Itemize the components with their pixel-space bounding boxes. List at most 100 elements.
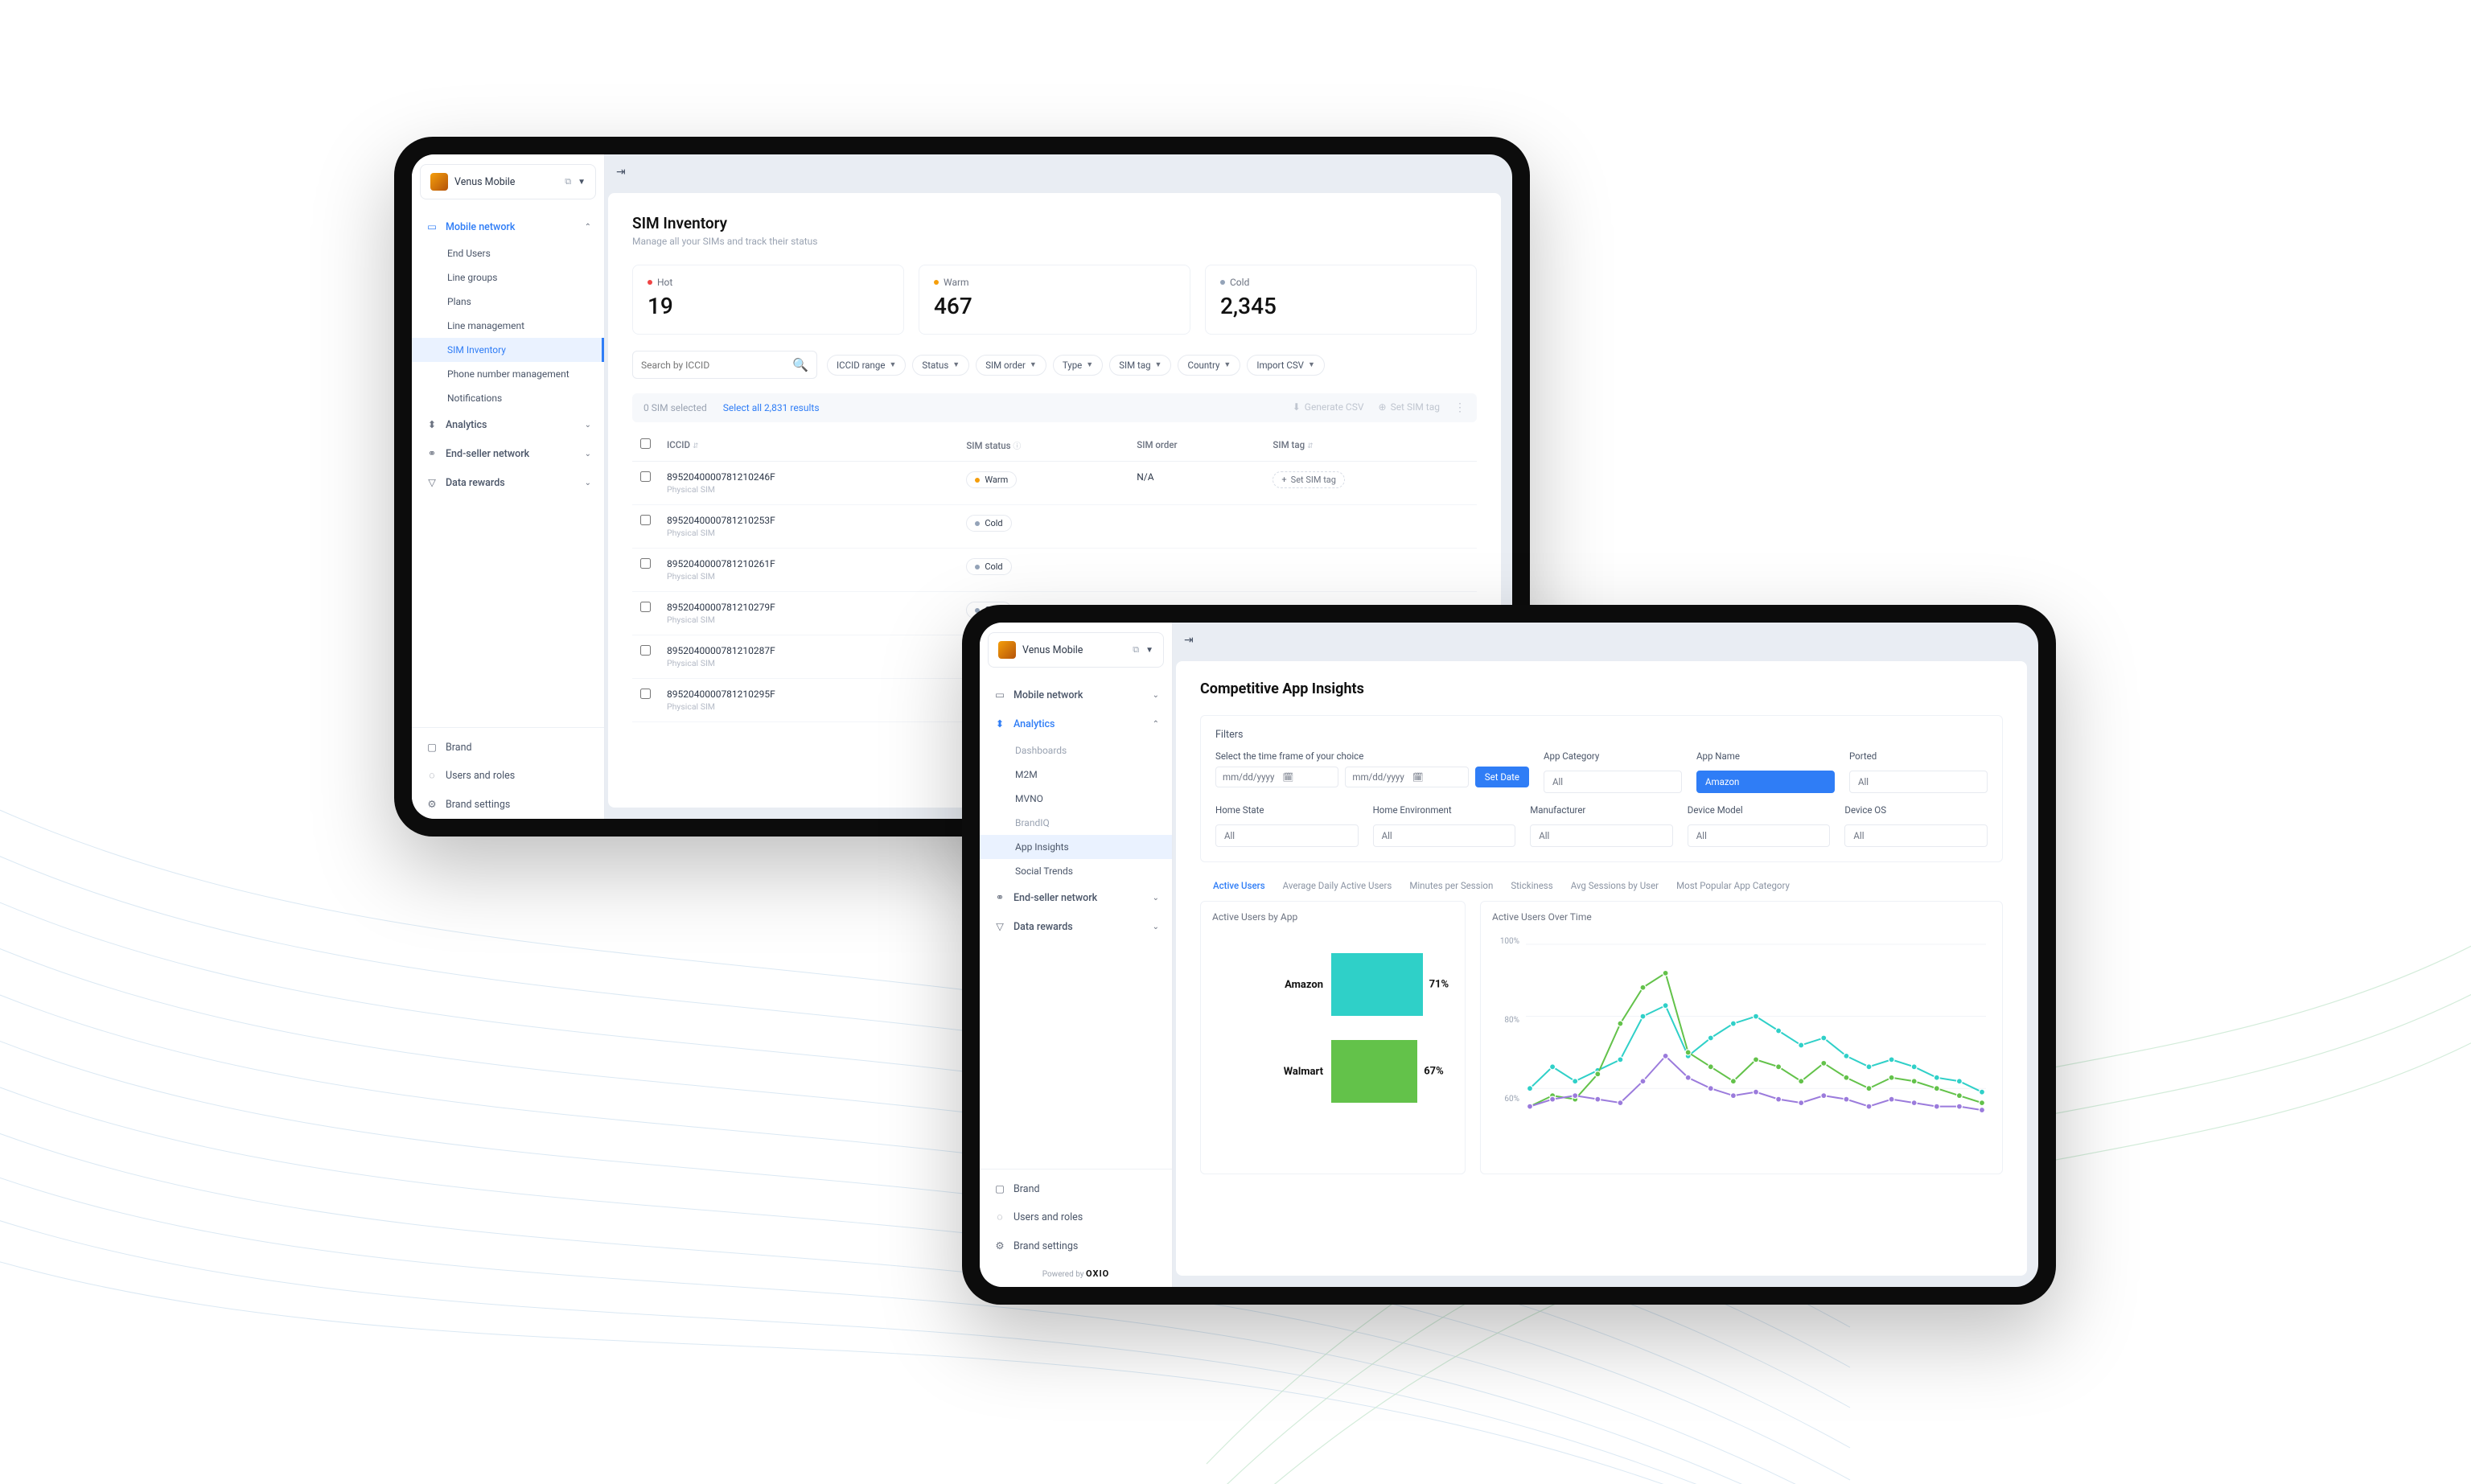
nav-mobile-network[interactable]: ▭ Mobile network ⌄ xyxy=(980,680,1172,709)
chip-sim-order[interactable]: SIM order▼ xyxy=(976,355,1046,376)
select-all-checkbox[interactable] xyxy=(640,438,651,449)
brand-icon: ▢ xyxy=(994,1182,1005,1195)
gear-icon: ⚙ xyxy=(994,1239,1005,1252)
line-chart-card: Active Users Over Time 100% 80% 60% xyxy=(1480,901,2003,1174)
dot-icon xyxy=(1220,280,1225,285)
nav-analytics[interactable]: ⬍ Analytics ⌃ xyxy=(980,709,1172,738)
chip-country[interactable]: Country▼ xyxy=(1178,355,1240,376)
filter-home-state[interactable]: All xyxy=(1215,824,1359,847)
nav-data-rewards[interactable]: ▽ Data rewards ⌄ xyxy=(412,468,604,497)
nav-end-seller-network[interactable]: ⚭ End-seller network ⌄ xyxy=(412,439,604,468)
date-to[interactable]: mm/dd/yyyy 🗓 xyxy=(1345,767,1468,787)
chip-sim-tag[interactable]: SIM tag▼ xyxy=(1109,355,1171,376)
filter-manufacturer[interactable]: All xyxy=(1530,824,1673,847)
page-subtitle: Manage all your SIMs and track their sta… xyxy=(632,236,1477,247)
tab-min-session[interactable]: Minutes per Session xyxy=(1409,880,1493,891)
chip-import-csv[interactable]: Import CSV▼ xyxy=(1247,355,1325,376)
nav-analytics[interactable]: ⬍ Analytics ⌄ xyxy=(412,410,604,439)
nav-app-insights[interactable]: App Insights xyxy=(980,835,1172,859)
filter-app-category[interactable]: All xyxy=(1544,771,1682,793)
row-checkbox[interactable] xyxy=(640,471,651,482)
info-icon[interactable]: ⓘ xyxy=(1013,442,1021,451)
bar-label: Amazon xyxy=(1212,979,1323,991)
nav-users-roles[interactable]: ◌ Users and roles xyxy=(980,1203,1172,1231)
tab-popular-cat[interactable]: Most Popular App Category xyxy=(1676,880,1790,891)
table-row[interactable]: 8952040000781210261F Physical SIM Cold xyxy=(632,549,1477,592)
nav-phone-number-mgmt[interactable]: Phone number management xyxy=(412,362,604,386)
row-checkbox[interactable] xyxy=(640,602,651,612)
table-row[interactable]: 8952040000781210246F Physical SIM Warm N… xyxy=(632,462,1477,505)
chip-iccid-range[interactable]: ICCID range▼ xyxy=(827,355,906,376)
brand-selector[interactable]: Venus Mobile ⧉ ▼ xyxy=(420,164,596,199)
selected-count: 0 SIM selected xyxy=(643,402,707,413)
chevron-down-icon: ▼ xyxy=(1030,360,1037,369)
generate-csv-button[interactable]: ⬇Generate CSV xyxy=(1293,401,1364,414)
search-icon: 🔍 xyxy=(792,357,808,372)
nav-brand[interactable]: ▢ Brand xyxy=(412,733,604,762)
chevron-down-icon: ▼ xyxy=(889,360,896,369)
sort-icon[interactable]: ⇵ xyxy=(693,442,699,450)
nav-line-groups[interactable]: Line groups xyxy=(412,265,604,290)
set-sim-tag-button[interactable]: ⊕Set SIM tag xyxy=(1379,401,1441,414)
iccid-value: 8952040000781210253F xyxy=(667,515,950,526)
filter-home-environment[interactable]: All xyxy=(1373,824,1516,847)
powered-by: Powered by OXIO xyxy=(980,1260,1172,1287)
nav-end-seller-network[interactable]: ⚭ End-seller network ⌄ xyxy=(980,883,1172,912)
filter-device-model[interactable]: All xyxy=(1688,824,1831,847)
status-pill: Warm xyxy=(966,471,1017,488)
search-field[interactable] xyxy=(641,360,786,371)
filter-ported[interactable]: All xyxy=(1849,771,1988,793)
rewards-icon: ▽ xyxy=(426,476,438,489)
chip-status[interactable]: Status▼ xyxy=(912,355,969,376)
chevron-down-icon: ⌄ xyxy=(1153,894,1159,902)
sort-icon[interactable]: ⇵ xyxy=(1307,442,1314,450)
tab-adau[interactable]: Average Daily Active Users xyxy=(1283,880,1392,891)
nav-dashboards[interactable]: Dashboards xyxy=(980,738,1172,763)
set-tag-button[interactable]: +Set SIM tag xyxy=(1273,471,1345,488)
tablet-app-insights: Venus Mobile ⧉ ▼ ▭ Mobile network ⌄ ⬍ An… xyxy=(962,605,2056,1305)
nav-brand-settings[interactable]: ⚙ Brand settings xyxy=(980,1231,1172,1260)
bar-row: Walmart 67% xyxy=(1212,1040,1453,1103)
tab-active-users[interactable]: Active Users xyxy=(1213,880,1265,891)
more-icon[interactable]: ⋮ xyxy=(1454,401,1466,414)
iccid-value: 8952040000781210279F xyxy=(667,602,950,613)
tab-stickiness[interactable]: Stickiness xyxy=(1511,880,1552,891)
user-icon: ◌ xyxy=(426,770,438,782)
row-checkbox[interactable] xyxy=(640,515,651,525)
search-input[interactable]: 🔍 xyxy=(632,351,817,379)
tab-avg-sessions[interactable]: Avg Sessions by User xyxy=(1571,880,1659,891)
row-checkbox[interactable] xyxy=(640,645,651,656)
row-checkbox[interactable] xyxy=(640,558,651,569)
table-row[interactable]: 8952040000781210253F Physical SIM Cold xyxy=(632,505,1477,549)
set-date-button[interactable]: Set Date xyxy=(1475,767,1529,787)
nav-users-roles[interactable]: ◌ Users and roles xyxy=(412,762,604,790)
nav-brand[interactable]: ▢ Brand xyxy=(980,1174,1172,1203)
nav-end-users[interactable]: End Users xyxy=(412,241,604,265)
filter-app-name[interactable]: Amazon xyxy=(1696,771,1835,793)
nav-sim-inventory[interactable]: SIM Inventory xyxy=(412,338,604,362)
select-all-link[interactable]: Select all 2,831 results xyxy=(723,402,820,413)
nav-mvno[interactable]: MVNO xyxy=(980,787,1172,811)
nav-m2m[interactable]: M2M xyxy=(980,763,1172,787)
nav-plans[interactable]: Plans xyxy=(412,290,604,314)
sim-icon: ▭ xyxy=(426,220,438,233)
chevron-down-icon: ⌄ xyxy=(1153,691,1159,700)
collapse-sidebar-icon[interactable]: ⇥ xyxy=(616,166,626,179)
collapse-sidebar-icon[interactable]: ⇥ xyxy=(1184,634,1194,647)
filter-device-os[interactable]: All xyxy=(1844,824,1988,847)
nav-line-management[interactable]: Line management xyxy=(412,314,604,338)
brand-logo xyxy=(998,641,1016,659)
nav-brandiq[interactable]: BrandIQ xyxy=(980,811,1172,835)
chip-type[interactable]: Type▼ xyxy=(1053,355,1103,376)
nav-brand-settings[interactable]: ⚙ Brand settings xyxy=(412,790,604,819)
date-from[interactable]: mm/dd/yyyy 🗓 xyxy=(1215,767,1338,787)
brand-selector[interactable]: Venus Mobile ⧉ ▼ xyxy=(988,632,1164,668)
sim-type: Physical SIM xyxy=(667,701,950,712)
nav-social-trends[interactable]: Social Trends xyxy=(980,859,1172,883)
nav-mobile-network[interactable]: ▭ Mobile network ⌃ xyxy=(412,212,604,241)
sim-type: Physical SIM xyxy=(667,658,950,668)
tag-icon: ⊕ xyxy=(1379,401,1387,413)
row-checkbox[interactable] xyxy=(640,689,651,699)
nav-notifications[interactable]: Notifications xyxy=(412,386,604,410)
nav-data-rewards[interactable]: ▽ Data rewards ⌄ xyxy=(980,912,1172,941)
